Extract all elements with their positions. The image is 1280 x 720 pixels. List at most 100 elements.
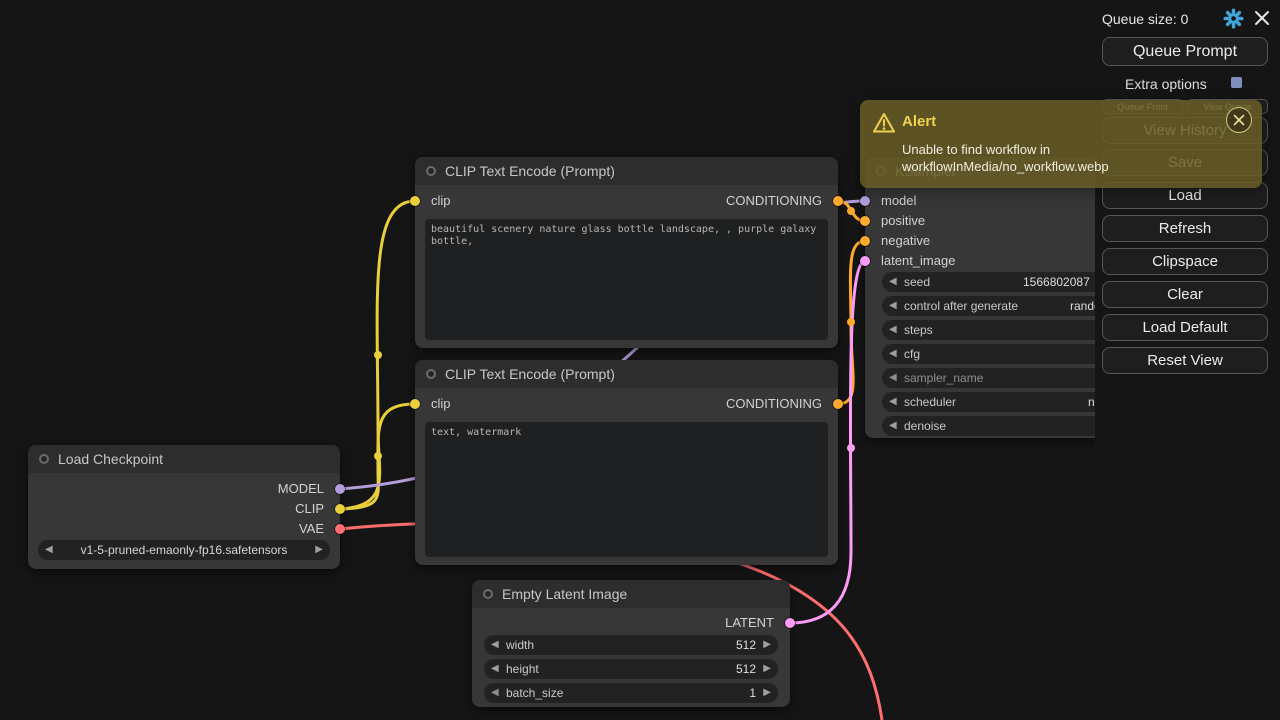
node-title-bar[interactable]: CLIP Text Encode (Prompt) [415, 360, 838, 388]
node-title-bar[interactable]: CLIP Text Encode (Prompt) [415, 157, 838, 185]
extra-options-label: Extra options [1125, 76, 1207, 92]
node-clip-text-encode-positive[interactable]: CLIP Text Encode (Prompt) clip CONDITION… [415, 157, 838, 348]
link-dot [374, 351, 382, 359]
widget-name: batch_size [506, 686, 563, 700]
input-label-latent-image: latent_image [881, 253, 955, 269]
extra-options-checkbox[interactable] [1231, 77, 1242, 88]
widget-name: scheduler [904, 395, 956, 409]
node-collapse-dot[interactable] [426, 369, 436, 379]
output-label-vae: VAE [299, 521, 324, 537]
output-label-latent: LATENT [725, 615, 774, 631]
node-title: CLIP Text Encode (Prompt) [445, 163, 615, 179]
negative-prompt-textarea[interactable]: text, watermark [425, 422, 828, 557]
widget-value: 512 [736, 662, 756, 676]
pin-model-output[interactable] [335, 484, 345, 494]
pin-conditioning-output[interactable] [833, 399, 843, 409]
decrement-arrow-icon[interactable]: ◀ [491, 687, 499, 699]
node-title-bar[interactable]: Empty Latent Image [472, 580, 790, 608]
decrement-arrow-icon[interactable]: ◀ [889, 372, 897, 384]
widget-name: height [506, 662, 539, 676]
positive-prompt-textarea[interactable]: beautiful scenery nature glass bottle la… [425, 219, 828, 340]
node-title: CLIP Text Encode (Prompt) [445, 366, 615, 382]
pin-positive-input[interactable] [860, 216, 870, 226]
decrement-arrow-icon[interactable]: ◀ [45, 544, 53, 556]
refresh-button[interactable]: Refresh [1102, 215, 1268, 242]
input-label-clip: clip [431, 396, 451, 412]
alert-close-button[interactable] [1226, 107, 1252, 133]
button-label: Load [1168, 187, 1201, 204]
output-label-model: MODEL [278, 481, 324, 497]
node-load-checkpoint[interactable]: Load Checkpoint MODEL CLIP VAE ◀ v1-5-pr… [28, 445, 340, 569]
input-label-positive: positive [881, 213, 925, 229]
widget-height[interactable]: ◀ height 512 ▶ [484, 659, 778, 679]
queue-prompt-button[interactable]: Queue Prompt [1102, 37, 1268, 66]
increment-arrow-icon[interactable]: ▶ [763, 663, 771, 675]
pin-model-input[interactable] [860, 196, 870, 206]
pin-negative-input[interactable] [860, 236, 870, 246]
link-dot [847, 318, 855, 326]
pin-vae-output[interactable] [335, 524, 345, 534]
decrement-arrow-icon[interactable]: ◀ [889, 348, 897, 360]
widget-value: 1566802087 [1023, 275, 1090, 289]
widget-width[interactable]: ◀ width 512 ▶ [484, 635, 778, 655]
widget-value: 512 [736, 638, 756, 652]
button-label: Refresh [1159, 220, 1212, 237]
link-dot [847, 207, 855, 215]
node-title: Empty Latent Image [502, 586, 627, 602]
settings-gear-icon[interactable] [1223, 8, 1244, 34]
clear-button[interactable]: Clear [1102, 281, 1268, 308]
decrement-arrow-icon[interactable]: ◀ [889, 276, 897, 288]
link-dot [374, 452, 382, 460]
pin-clip-input[interactable] [410, 399, 420, 409]
pin-clip-output[interactable] [335, 504, 345, 514]
queue-size-label: Queue size: 0 [1102, 11, 1188, 27]
ckpt-name-value: v1-5-pruned-emaonly-fp16.safetensors [60, 543, 308, 557]
decrement-arrow-icon[interactable]: ◀ [491, 663, 499, 675]
load-default-button[interactable]: Load Default [1102, 314, 1268, 341]
pin-latent-image-input[interactable] [860, 256, 870, 266]
node-collapse-dot[interactable] [483, 589, 493, 599]
increment-arrow-icon[interactable]: ▶ [763, 639, 771, 651]
node-collapse-dot[interactable] [426, 166, 436, 176]
widget-name: seed [904, 275, 930, 289]
node-clip-text-encode-negative[interactable]: CLIP Text Encode (Prompt) clip CONDITION… [415, 360, 838, 565]
increment-arrow-icon[interactable]: ▶ [763, 687, 771, 699]
button-label: Clipspace [1152, 253, 1218, 270]
close-menu-icon[interactable] [1254, 10, 1270, 31]
increment-arrow-icon[interactable]: ▶ [315, 544, 323, 556]
alert-title: Alert [902, 113, 936, 130]
pin-latent-output[interactable] [785, 618, 795, 628]
pin-conditioning-output[interactable] [833, 196, 843, 206]
alert-toast: Alert Unable to find workflow in workflo… [860, 100, 1262, 188]
node-collapse-dot[interactable] [39, 454, 49, 464]
node-empty-latent-image[interactable]: Empty Latent Image LATENT ◀ width 512 ▶ … [472, 580, 790, 707]
button-label: Queue Prompt [1133, 43, 1237, 61]
input-label-clip: clip [431, 193, 451, 209]
decrement-arrow-icon[interactable]: ◀ [889, 324, 897, 336]
button-label: Reset View [1147, 352, 1223, 369]
button-label: Clear [1167, 286, 1203, 303]
widget-name: denoise [904, 419, 946, 433]
input-label-model: model [881, 193, 916, 209]
widget-name: steps [904, 323, 933, 337]
widget-batch-size[interactable]: ◀ batch_size 1 ▶ [484, 683, 778, 703]
alert-message-line1: Unable to find workflow in [902, 142, 1050, 157]
decrement-arrow-icon[interactable]: ◀ [491, 639, 499, 651]
widget-name: control after generate [904, 299, 1018, 313]
link-dot [847, 444, 855, 452]
decrement-arrow-icon[interactable]: ◀ [889, 396, 897, 408]
output-label-conditioning: CONDITIONING [726, 193, 822, 209]
pin-clip-input[interactable] [410, 196, 420, 206]
decrement-arrow-icon[interactable]: ◀ [889, 300, 897, 312]
clipspace-button[interactable]: Clipspace [1102, 248, 1268, 275]
decrement-arrow-icon[interactable]: ◀ [889, 420, 897, 432]
reset-view-button[interactable]: Reset View [1102, 347, 1268, 374]
widget-value: 1 [749, 686, 756, 700]
output-label-clip: CLIP [295, 501, 324, 517]
input-label-negative: negative [881, 233, 930, 249]
warning-icon [872, 112, 896, 139]
widget-name: sampler_name [904, 371, 983, 385]
output-label-conditioning: CONDITIONING [726, 396, 822, 412]
node-title-bar[interactable]: Load Checkpoint [28, 445, 340, 473]
widget-ckpt-name[interactable]: ◀ v1-5-pruned-emaonly-fp16.safetensors ▶ [38, 540, 330, 560]
